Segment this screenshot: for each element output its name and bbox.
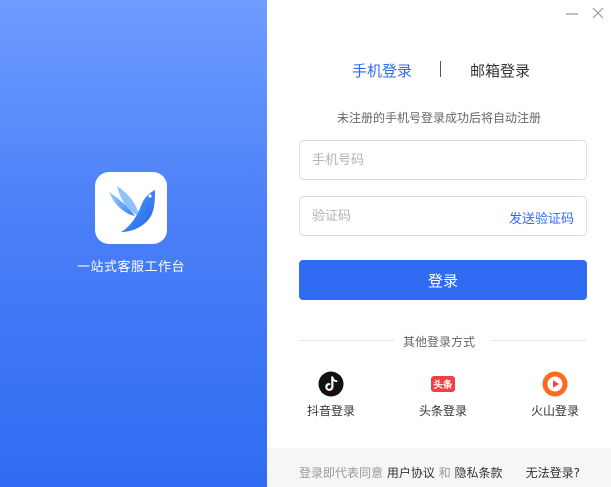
agreement-prefix: 登录即代表同意 <box>299 466 384 480</box>
login-panel: 手机登录 邮箱登录 未注册的手机号登录成功后将自动注册 发送验证码 登录 其他登… <box>267 0 611 487</box>
douyin-icon <box>318 371 344 397</box>
send-code-button[interactable]: 发送验证码 <box>509 208 574 227</box>
tab-email-login[interactable]: 邮箱登录 <box>470 60 530 81</box>
agreement-text: 登录即代表同意 用户协议 和 隐私条款 <box>299 464 503 481</box>
privacy-policy-link[interactable]: 隐私条款 <box>455 466 503 480</box>
other-login-title: 其他登录方式 <box>402 335 475 349</box>
login-tabs: 手机登录 邮箱登录 <box>267 60 611 82</box>
app-name: 一站式客服工作台 <box>76 260 185 275</box>
footer: 登录即代表同意 用户协议 和 隐私条款 无法登录? <box>267 448 611 487</box>
login-button[interactable]: 登录 <box>299 260 587 300</box>
huoshan-icon <box>542 371 568 397</box>
code-field: 发送验证码 <box>299 196 587 236</box>
divider-right <box>491 340 587 341</box>
brand-panel: 一站式客服工作台 <box>0 0 267 487</box>
toutiao-icon-text: 头条 <box>433 379 453 391</box>
bird-logo-icon <box>95 172 167 244</box>
huoshan-login-label: 火山登录 <box>530 404 579 418</box>
verification-code-input[interactable] <box>312 197 502 235</box>
toutiao-icon: 头条 <box>430 371 456 397</box>
register-hint: 未注册的手机号登录成功后将自动注册 <box>336 111 541 125</box>
cannot-login-link[interactable]: 无法登录? <box>526 464 580 481</box>
tab-divider <box>440 61 441 77</box>
user-agreement-link[interactable]: 用户协议 <box>387 466 435 480</box>
tab-phone-login[interactable]: 手机登录 <box>352 60 412 81</box>
close-icon[interactable] <box>589 4 607 22</box>
phone-input[interactable] <box>312 141 502 179</box>
agreement-and: 和 <box>438 466 451 480</box>
douyin-login-button[interactable]: 抖音登录 <box>296 371 366 419</box>
toutiao-login-button[interactable]: 头条 头条登录 <box>408 371 478 419</box>
toutiao-login-label: 头条登录 <box>418 404 467 418</box>
minimize-icon[interactable] <box>563 4 581 22</box>
huoshan-login-button[interactable]: 火山登录 <box>520 371 590 419</box>
douyin-login-label: 抖音登录 <box>306 404 355 418</box>
phone-field <box>299 140 587 180</box>
